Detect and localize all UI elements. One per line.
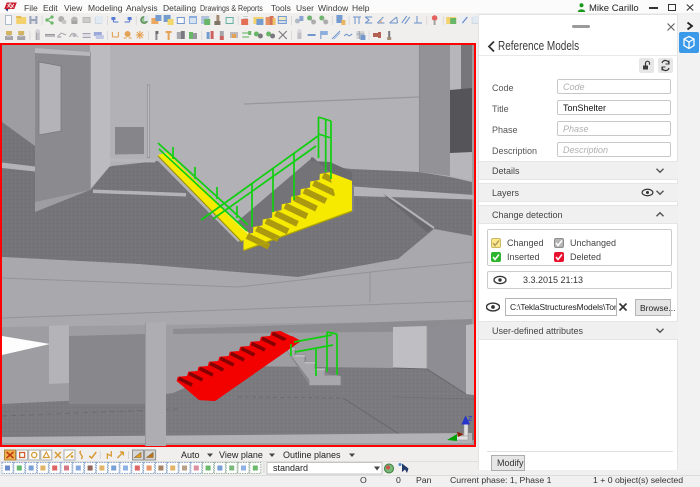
svg-text:Auto: Auto <box>181 450 200 460</box>
svg-text:View plane: View plane <box>219 450 263 460</box>
svg-text:Outline planes: Outline planes <box>283 450 341 460</box>
svg-text:Z: Z <box>468 416 473 423</box>
svg-text:standard: standard <box>273 463 308 473</box>
